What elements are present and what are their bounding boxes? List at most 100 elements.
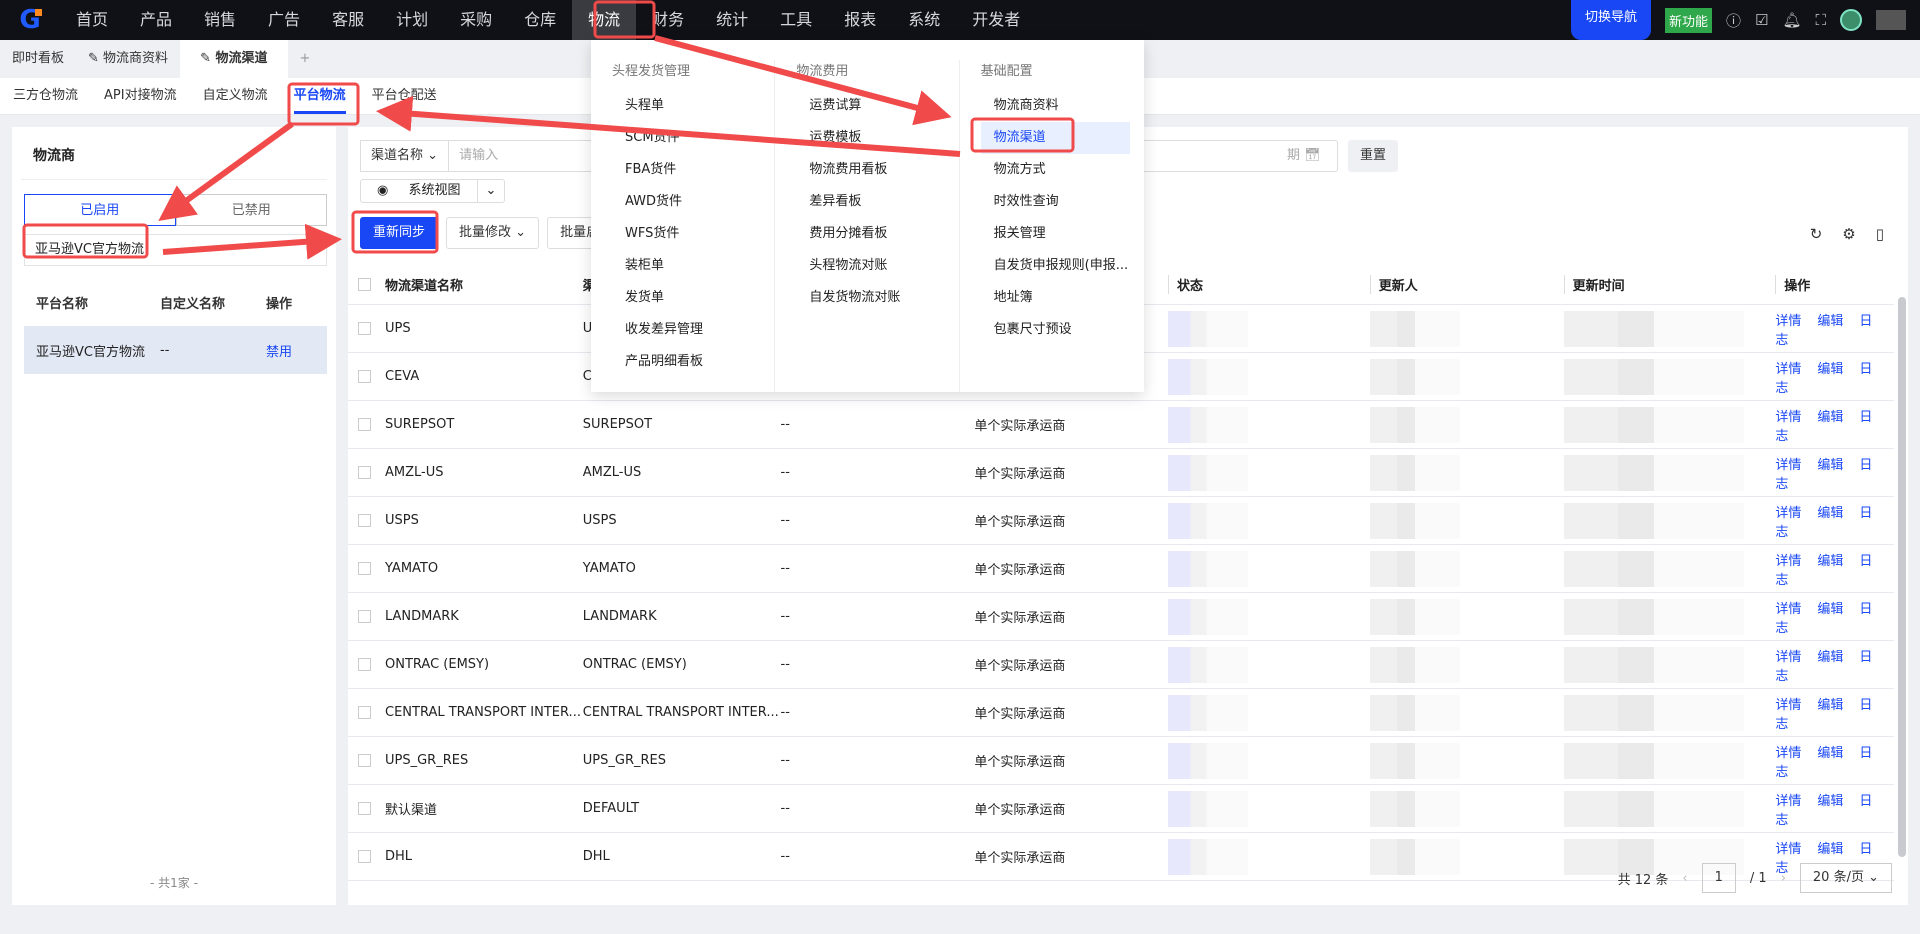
switch-nav-button[interactable]: 切换导航: [1570, 0, 1651, 40]
edit-link[interactable]: 编辑: [1817, 650, 1843, 665]
menu-item[interactable]: WFS货件: [612, 218, 774, 250]
user-name-blurred[interactable]: [1876, 10, 1906, 30]
next-page-icon[interactable]: ›: [1781, 871, 1786, 886]
refresh-icon[interactable]: ↻: [1810, 225, 1823, 243]
nav-item[interactable]: 工具: [764, 0, 828, 40]
menu-item[interactable]: 头程单: [612, 90, 774, 122]
nav-item[interactable]: 广告: [252, 0, 316, 40]
menu-item[interactable]: 时效性查询: [981, 186, 1144, 218]
new-feature-badge[interactable]: 新功能: [1664, 7, 1712, 33]
nav-item[interactable]: 采购: [444, 0, 508, 40]
detail-link[interactable]: 详情: [1775, 794, 1801, 809]
prev-page-icon[interactable]: ‹: [1682, 871, 1687, 886]
bell-icon[interactable]: 🔔︎: [1782, 11, 1801, 29]
edit-link[interactable]: 编辑: [1817, 602, 1843, 617]
menu-item[interactable]: 运费模板: [796, 122, 958, 154]
menu-item[interactable]: 报关管理: [981, 218, 1144, 250]
row-checkbox[interactable]: [358, 322, 371, 335]
filter-field-select[interactable]: 渠道名称 ⌄: [360, 140, 450, 172]
edit-link[interactable]: 编辑: [1817, 554, 1843, 569]
nav-item[interactable]: 统计: [700, 0, 764, 40]
row-checkbox[interactable]: [358, 754, 371, 767]
subtab[interactable]: 自定义物流: [190, 78, 281, 114]
batch-edit-button[interactable]: 批量修改 ⌄: [446, 217, 540, 249]
row-checkbox[interactable]: [358, 514, 371, 527]
nav-item[interactable]: 报表: [828, 0, 892, 40]
detail-link[interactable]: 详情: [1775, 746, 1801, 761]
nav-item[interactable]: 仓库: [508, 0, 572, 40]
nav-item[interactable]: 开发者: [956, 0, 1036, 40]
menu-item[interactable]: 差异看板: [796, 186, 958, 218]
table-scrollbar[interactable]: [1898, 297, 1906, 857]
edit-link[interactable]: 编辑: [1817, 314, 1843, 329]
row-checkbox[interactable]: [358, 802, 371, 815]
menu-item[interactable]: 头程物流对账: [796, 250, 958, 282]
subtab[interactable]: 平台物流: [281, 78, 359, 114]
row-checkbox[interactable]: [358, 610, 371, 623]
detail-link[interactable]: 详情: [1775, 458, 1801, 473]
menu-item[interactable]: 发货单: [612, 282, 774, 314]
resync-button[interactable]: 重新同步: [360, 217, 439, 249]
row-checkbox[interactable]: [358, 562, 371, 575]
subtab[interactable]: API对接物流: [91, 78, 190, 114]
view-select[interactable]: ◉ 系统视图 ⌄: [360, 179, 506, 203]
detail-link[interactable]: 详情: [1775, 698, 1801, 713]
menu-item[interactable]: 物流费用看板: [796, 154, 958, 186]
menu-item[interactable]: 装柜单: [612, 250, 774, 282]
disable-link[interactable]: 禁用: [266, 341, 326, 360]
tab-logistics-channel[interactable]: ✎ 物流渠道: [180, 40, 288, 78]
menu-item[interactable]: FBA货件: [612, 154, 774, 186]
menu-item[interactable]: 收发差异管理: [612, 314, 774, 346]
chevron-down-icon[interactable]: ⌄: [476, 180, 505, 202]
edit-link[interactable]: 编辑: [1817, 746, 1843, 761]
fullscreen-icon[interactable]: ⛶: [1815, 11, 1826, 29]
page-input[interactable]: 1: [1701, 863, 1736, 893]
row-checkbox[interactable]: [358, 466, 371, 479]
nav-item[interactable]: 首页: [60, 0, 124, 40]
row-checkbox[interactable]: [358, 418, 371, 431]
menu-item[interactable]: 物流渠道: [980, 122, 1130, 154]
menu-item[interactable]: 包裹尺寸预设: [981, 314, 1144, 346]
row-checkbox[interactable]: [358, 850, 371, 863]
date-range-input[interactable]: 期 📅︎: [1128, 140, 1338, 172]
menu-item[interactable]: 产品明细看板: [612, 346, 774, 378]
detail-link[interactable]: 详情: [1775, 410, 1801, 425]
edit-link[interactable]: 编辑: [1817, 362, 1843, 377]
row-checkbox[interactable]: [358, 658, 371, 671]
carrier-row[interactable]: 亚马逊VC官方物流 -- 禁用: [24, 326, 327, 374]
detail-link[interactable]: 详情: [1775, 602, 1801, 617]
disabled-toggle[interactable]: 已禁用: [175, 194, 327, 226]
carrier-search-input[interactable]: 亚马逊VC官方物流: [24, 234, 327, 266]
settings-icon[interactable]: ⚙: [1842, 225, 1855, 243]
nav-item[interactable]: 计划: [380, 0, 444, 40]
logo[interactable]: G: [0, 0, 60, 40]
detail-link[interactable]: 详情: [1775, 554, 1801, 569]
reset-button[interactable]: 重置: [1348, 140, 1399, 172]
menu-item[interactable]: 地址簿: [981, 282, 1144, 314]
nav-item[interactable]: 客服: [316, 0, 380, 40]
nav-item[interactable]: 财务: [636, 0, 700, 40]
menu-item[interactable]: 自发货物流对账: [796, 282, 958, 314]
edit-link[interactable]: 编辑: [1817, 410, 1843, 425]
menu-item[interactable]: 物流商资料: [981, 90, 1144, 122]
detail-link[interactable]: 详情: [1775, 362, 1801, 377]
help-icon[interactable]: ⓘ: [1726, 10, 1741, 31]
tab-carrier-info[interactable]: ✎ 物流商资料: [76, 40, 180, 78]
menu-item[interactable]: SCM货件: [612, 122, 774, 154]
menu-item[interactable]: 运费试算: [796, 90, 958, 122]
nav-item[interactable]: 产品: [124, 0, 188, 40]
edit-link[interactable]: 编辑: [1817, 842, 1843, 857]
row-checkbox[interactable]: [358, 706, 371, 719]
page-size-select[interactable]: 20 条/页 ⌄: [1799, 863, 1892, 893]
menu-item[interactable]: AWD货件: [612, 186, 774, 218]
detail-link[interactable]: 详情: [1775, 842, 1801, 857]
select-all-checkbox[interactable]: [358, 278, 371, 291]
subtab[interactable]: 平台仓配送: [359, 78, 450, 114]
subtab[interactable]: 三方仓物流: [0, 78, 91, 114]
menu-item[interactable]: 费用分摊看板: [796, 218, 958, 250]
edit-link[interactable]: 编辑: [1817, 506, 1843, 521]
add-tab-button[interactable]: +: [288, 40, 323, 78]
enabled-toggle[interactable]: 已启用: [24, 194, 176, 226]
menu-item[interactable]: 自发货申报规则(申报...: [981, 250, 1144, 282]
edit-link[interactable]: 编辑: [1817, 698, 1843, 713]
